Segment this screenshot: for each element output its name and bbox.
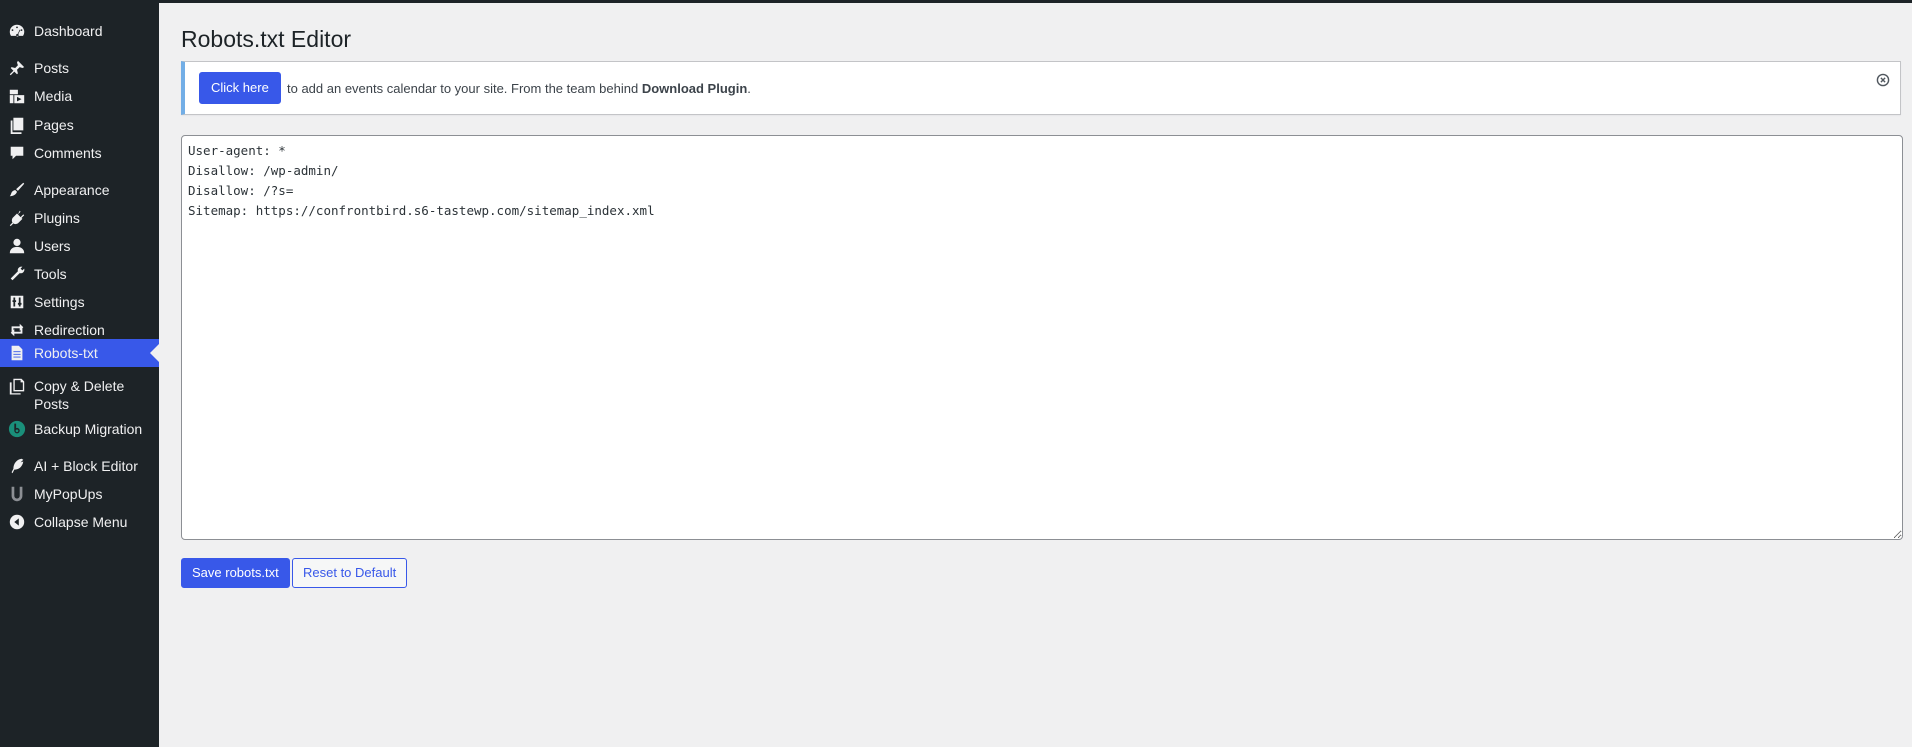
active-menu-pointer xyxy=(150,344,159,362)
notice-text-before: to add an events calendar to your site. … xyxy=(287,81,642,96)
sidebar-item-plugins[interactable]: Plugins xyxy=(0,209,159,227)
reset-to-default-button[interactable]: Reset to Default xyxy=(292,558,408,588)
media-icon xyxy=(0,87,34,105)
paintbrush-icon xyxy=(0,181,34,199)
sidebar-item-label: Posts xyxy=(34,60,70,76)
sidebar-item-robots-txt[interactable]: Robots-txt xyxy=(0,339,159,367)
pages-icon xyxy=(0,116,34,134)
sidebar-item-label: Plugins xyxy=(34,210,80,226)
sidebar-item-label: Tools xyxy=(34,266,67,282)
sidebar-item-label: Pages xyxy=(34,117,74,133)
feather-icon xyxy=(0,457,34,475)
sidebar-item-backup-migration[interactable]: Backup Migration xyxy=(0,420,159,438)
sidebar-item-label: Redirection xyxy=(34,322,105,338)
sidebar-item-label: Appearance xyxy=(34,182,110,198)
document-icon xyxy=(0,344,34,362)
sidebar-item-label: AI + Block Editor xyxy=(34,458,138,474)
sidebar-item-appearance[interactable]: Appearance xyxy=(0,181,159,199)
user-icon xyxy=(0,237,34,255)
sidebar-item-label: Backup Migration xyxy=(34,421,143,437)
dismiss-notice-icon[interactable] xyxy=(1876,73,1892,89)
comment-icon xyxy=(0,144,34,162)
sidebar-item-pages[interactable]: Pages xyxy=(0,116,159,134)
notice-text-bold: Download Plugin xyxy=(641,81,748,96)
admin-notice: Click here to add an events calendar to … xyxy=(181,61,1901,115)
pushpin-icon xyxy=(0,59,34,77)
settings-icon xyxy=(0,293,34,311)
sidebar-item-users[interactable]: Users xyxy=(0,237,159,255)
sidebar-item-label: Settings xyxy=(34,294,85,310)
popup-u-icon xyxy=(0,485,34,503)
click-here-button[interactable]: Click here xyxy=(199,72,281,104)
notice-message: to add an events calendar to your site. … xyxy=(287,80,751,98)
copy-icon xyxy=(0,377,34,395)
main-content: Robots.txt Editor Click here to add an e… xyxy=(159,3,1912,747)
notice-text-after: . xyxy=(747,81,751,96)
wrench-icon xyxy=(0,265,34,283)
page-title: Robots.txt Editor xyxy=(181,26,352,52)
collapse-arrow-icon xyxy=(0,513,34,531)
sidebar-item-comments[interactable]: Comments xyxy=(0,144,159,162)
sidebar-item-dashboard[interactable]: Dashboard xyxy=(0,22,159,40)
sidebar-item-redirection[interactable]: Redirection xyxy=(0,321,159,339)
sidebar-item-tools[interactable]: Tools xyxy=(0,265,159,283)
sidebar-item-label: MyPopUps xyxy=(34,486,103,502)
sidebar-item-media[interactable]: Media xyxy=(0,87,159,105)
robots-txt-textarea[interactable]: User-agent: * Disallow: /wp-admin/ Disal… xyxy=(181,135,1903,540)
sidebar-item-settings[interactable]: Settings xyxy=(0,293,159,311)
save-robots-button[interactable]: Save robots.txt xyxy=(181,558,290,588)
sidebar-item-label: Collapse Menu xyxy=(34,514,128,530)
collapse-menu-button[interactable]: Collapse Menu xyxy=(0,513,159,531)
sidebar-item-label: Dashboard xyxy=(34,23,103,39)
sidebar-item-mypopups[interactable]: MyPopUps xyxy=(0,485,159,503)
sidebar-item-label: Users xyxy=(34,238,71,254)
dashboard-icon xyxy=(0,22,34,40)
sidebar-item-label: Media xyxy=(34,88,73,104)
admin-sidebar: Dashboard Posts Media Pages Comments App… xyxy=(0,0,159,747)
sidebar-item-copy-delete-posts[interactable]: Copy & Delete Posts xyxy=(0,377,159,413)
sidebar-item-label: Copy & Delete Posts xyxy=(34,378,125,412)
redirect-icon xyxy=(0,321,34,339)
sidebar-item-label: Comments xyxy=(34,145,102,161)
sidebar-item-label: Robots-txt xyxy=(34,345,98,361)
sidebar-item-ai-block-editor[interactable]: AI + Block Editor xyxy=(0,457,159,475)
plugin-icon xyxy=(0,209,34,227)
sidebar-item-posts[interactable]: Posts xyxy=(0,59,159,77)
backup-icon xyxy=(0,420,34,438)
